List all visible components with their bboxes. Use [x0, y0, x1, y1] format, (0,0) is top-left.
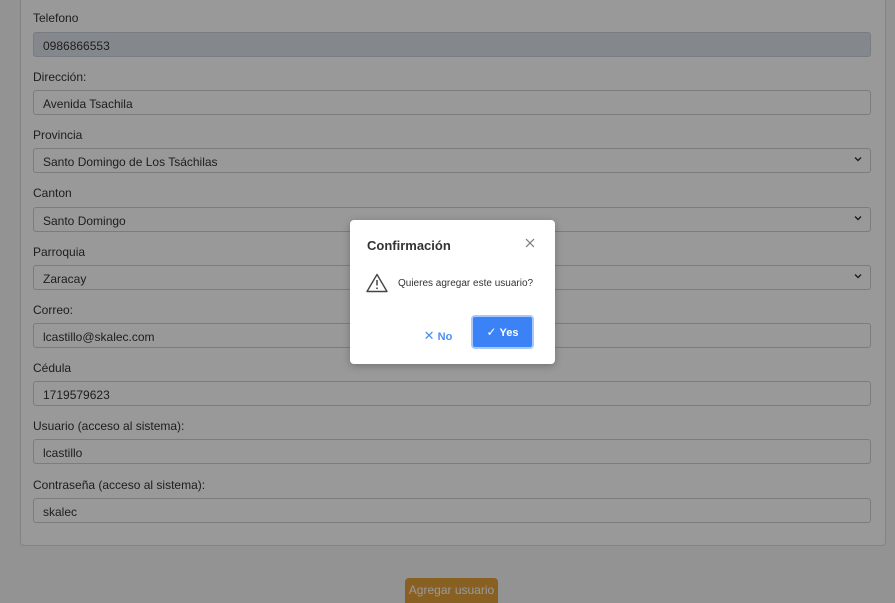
dialog-title: Confirmación [367, 238, 451, 253]
check-icon: ✓ [486, 325, 497, 339]
confirm-dialog: Confirmación Quieres agregar este usuari… [350, 220, 555, 364]
close-icon[interactable] [524, 237, 536, 249]
warning-icon [366, 273, 388, 293]
dialog-message: Quieres agregar este usuario? [398, 278, 534, 289]
x-icon: ✕ [423, 328, 435, 343]
no-label: No [437, 331, 453, 343]
no-button[interactable]: ✕ No [418, 324, 458, 348]
yes-button[interactable]: ✓ Yes [471, 315, 534, 349]
yes-label: Yes [499, 327, 519, 339]
